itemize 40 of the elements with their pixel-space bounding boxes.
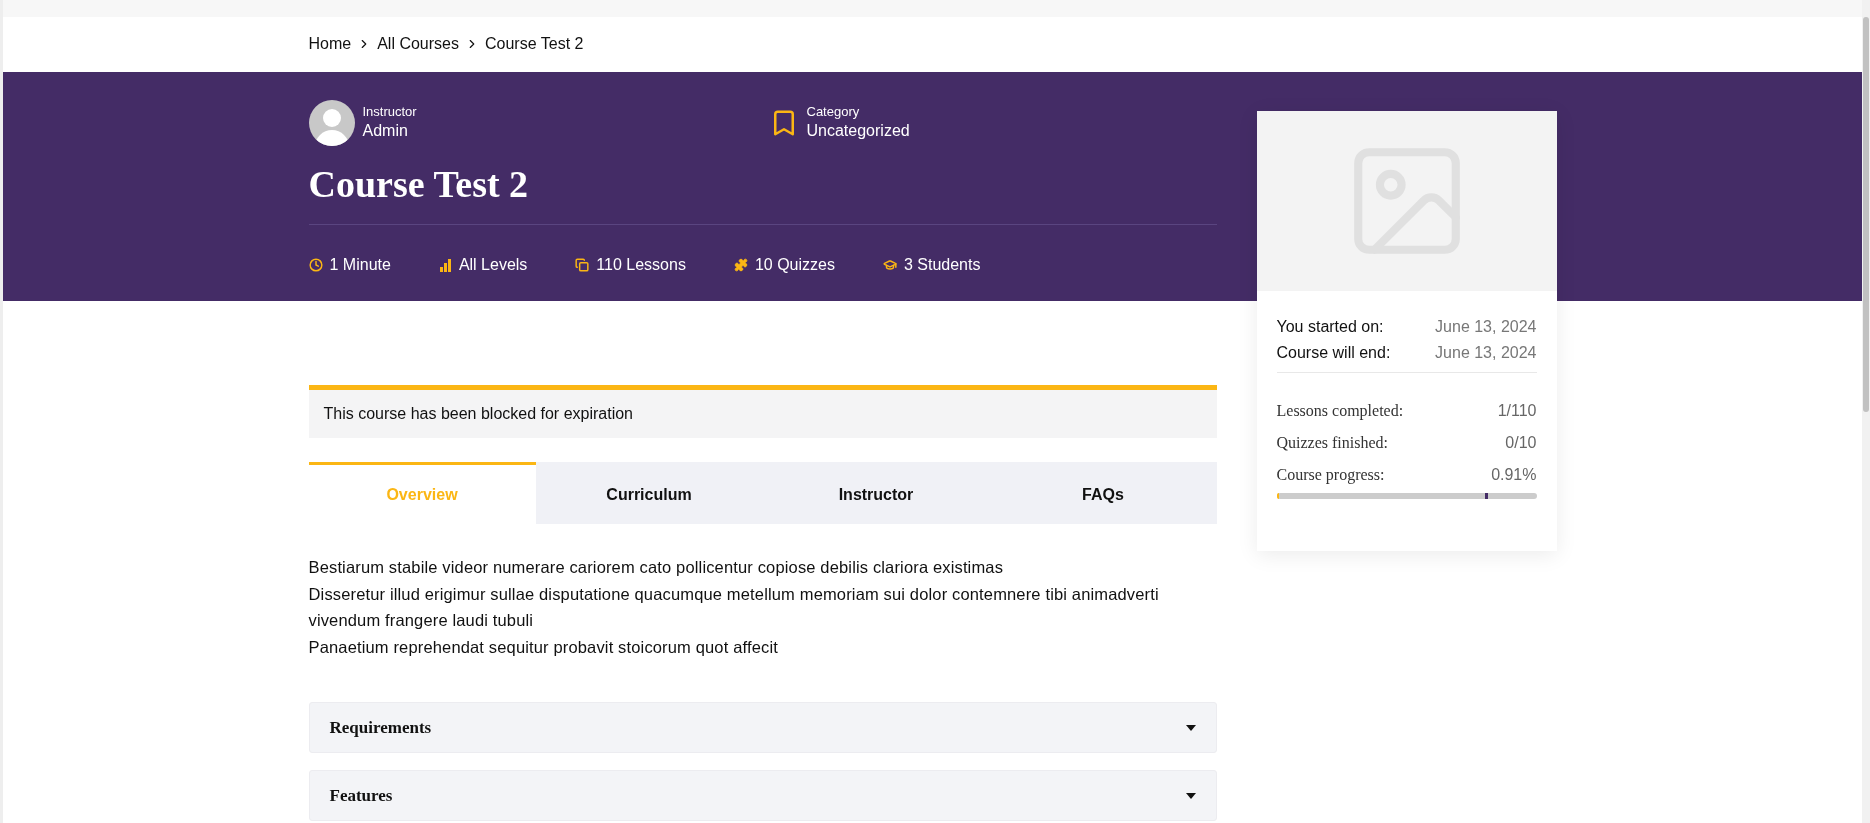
caret-icon (1185, 792, 1196, 799)
course-meta-text: 10 Quizzes (754, 255, 835, 275)
description-paragraph: Bestiarum stabile videor numerare cariorem cato pollicentur copiose debilis clariora existimas (308, 557, 1005, 578)
breadcrumb-link[interactable]: Home (308, 34, 352, 54)
progress-label: Course progress: (1276, 465, 1385, 486)
date-label: Course will end: (1276, 343, 1391, 363)
progress-value: 0.91% (1491, 465, 1537, 485)
course-meta-text: 3 Students (903, 255, 981, 275)
date-value: June 13, 2024 (1435, 343, 1537, 363)
course-meta-text: 1 Minute (329, 255, 391, 275)
category-label: Category (806, 104, 861, 120)
course-tab[interactable]: Instructor (762, 462, 990, 524)
graduation-cap-icon (882, 258, 897, 272)
stat-label: Lessons completed: (1276, 401, 1404, 422)
pages-icon (575, 258, 590, 272)
breadcrumb-link[interactable]: All Courses (377, 34, 459, 54)
stat-value: 1/110 (1497, 401, 1537, 421)
course-meta-text: All Levels (458, 255, 528, 275)
bar-chart-icon (438, 258, 452, 272)
puzzle-icon (733, 258, 748, 272)
date-label: You started on: (1276, 317, 1384, 337)
avatar (308, 100, 355, 146)
accordion-header[interactable]: Features (308, 770, 1217, 821)
instructor-label: Instructor (362, 104, 417, 120)
accordion-header[interactable]: Requirements (308, 702, 1217, 753)
breadcrumb-link[interactable]: Course Test 2 (485, 34, 584, 54)
instructor-name: Admin (362, 121, 409, 141)
course-title: Course Test 2 (308, 162, 530, 207)
description-paragraph: Panaetium reprehendat sequitur probavit stoicorum quot affecit (308, 636, 779, 658)
date-value: June 13, 2024 (1435, 317, 1537, 337)
caret-icon (1185, 724, 1196, 731)
course-meta-text: 110 Lessons (596, 255, 686, 275)
description-paragraph: Disseretur illud erigimur sullae disputatione quacumque metellum memoriam sui dolor contemnere tibi animadverti vivendum frangere laudi tubuli (308, 583, 1160, 631)
clock-icon (308, 258, 323, 272)
category-name: Uncategorized (806, 121, 910, 141)
stat-label: Quizzes finished: (1276, 433, 1389, 453)
expiration-notice: This course has been blocked for expiration (308, 385, 1217, 438)
course-tab[interactable]: Curriculum (535, 462, 763, 524)
course-tab[interactable]: FAQs (989, 462, 1217, 524)
stat-value: 0/10 (1505, 433, 1537, 453)
